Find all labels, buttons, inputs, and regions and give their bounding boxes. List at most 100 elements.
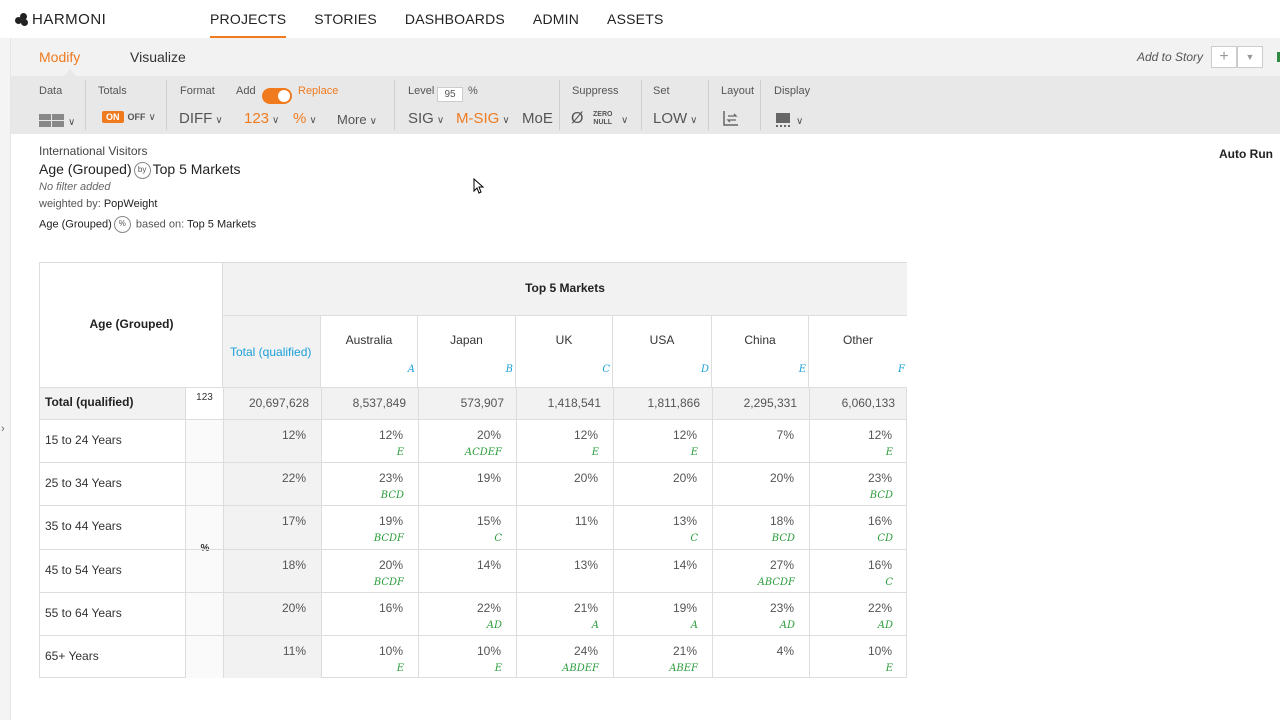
- report-source: International Visitors: [39, 144, 148, 158]
- value-cell[interactable]: 19%: [321, 514, 403, 528]
- value-cell[interactable]: 23%: [321, 471, 403, 485]
- grid-icon: [39, 114, 64, 128]
- value-cell[interactable]: 27%: [712, 558, 794, 572]
- column-variable-name[interactable]: Top 5 Markets: [223, 281, 907, 295]
- value-cell[interactable]: 22%: [809, 601, 892, 615]
- value-cell[interactable]: 18%: [712, 514, 794, 528]
- total-value-cell[interactable]: 8,537,849: [321, 396, 406, 410]
- column-name[interactable]: USA: [613, 333, 711, 347]
- total-value-cell[interactable]: 20,697,628: [223, 396, 309, 410]
- value-cell[interactable]: 21%: [516, 601, 598, 615]
- value-cell[interactable]: 16%: [321, 601, 403, 615]
- row-label[interactable]: 45 to 54 Years: [45, 563, 122, 577]
- value-cell[interactable]: 11%: [223, 644, 306, 658]
- value-cell[interactable]: 10%: [418, 644, 501, 658]
- add-replace-toggle[interactable]: [262, 88, 292, 104]
- total-value-cell[interactable]: 2,295,331: [712, 396, 797, 410]
- column-name[interactable]: UK: [516, 333, 612, 347]
- auto-run-button[interactable]: Auto Run: [1219, 147, 1273, 161]
- table-row: 25 to 34 Years 22% 23% BCD 19% 20% 20% 20% 23% BC…: [40, 462, 906, 505]
- percent-button[interactable]: % ∨: [293, 110, 317, 127]
- value-cell[interactable]: 19%: [418, 471, 501, 485]
- nav-projects[interactable]: PROJECTS: [210, 0, 287, 38]
- value-cell[interactable]: 20%: [516, 471, 598, 485]
- total-column-header: Total (qualified): [223, 316, 321, 387]
- value-cell[interactable]: 20%: [223, 601, 306, 615]
- value-cell[interactable]: 17%: [223, 514, 306, 528]
- expand-panel-icon[interactable]: ›: [1, 423, 5, 435]
- harmoni-logo[interactable]: HARMONI: [15, 11, 106, 28]
- value-cell[interactable]: 7%: [712, 428, 794, 442]
- layout-button[interactable]: [722, 109, 740, 131]
- value-cell[interactable]: 10%: [321, 644, 403, 658]
- row-label[interactable]: 15 to 24 Years: [45, 433, 122, 447]
- value-cell[interactable]: 20%: [418, 428, 501, 442]
- value-cell[interactable]: 15%: [418, 514, 501, 528]
- value-cell[interactable]: 23%: [712, 601, 794, 615]
- set-selector[interactable]: LOW ∨: [653, 110, 698, 127]
- value-cell[interactable]: 13%: [613, 514, 697, 528]
- value-cell[interactable]: 16%: [809, 558, 892, 572]
- add-to-story-dropdown[interactable]: ▼: [1237, 46, 1263, 68]
- row-variable-name[interactable]: Age (Grouped): [40, 317, 223, 331]
- value-cell[interactable]: 19%: [613, 601, 697, 615]
- value-cell[interactable]: 18%: [223, 558, 306, 572]
- value-cell[interactable]: 22%: [223, 471, 306, 485]
- total-value-cell[interactable]: 573,907: [418, 396, 504, 410]
- diff-button[interactable]: DIFF ∨: [179, 110, 223, 127]
- value-cell[interactable]: 12%: [809, 428, 892, 442]
- value-cell[interactable]: 14%: [418, 558, 501, 572]
- value-cell[interactable]: 22%: [418, 601, 501, 615]
- tab-modify[interactable]: Modify: [39, 49, 80, 65]
- column-letter: C: [602, 364, 610, 375]
- column-name[interactable]: Australia: [321, 333, 417, 347]
- row-label[interactable]: 35 to 44 Years: [45, 519, 122, 533]
- value-cell[interactable]: 20%: [712, 471, 794, 485]
- report-title: Age (Grouped) by Top 5 Markets: [39, 161, 241, 179]
- more-button[interactable]: More ∨: [337, 112, 377, 127]
- suppress-selector[interactable]: Ø: [571, 110, 583, 128]
- nav-stories[interactable]: STORIES: [314, 0, 377, 38]
- msig-button[interactable]: M-SIG ∨: [456, 110, 510, 127]
- value-cell[interactable]: 23%: [809, 471, 892, 485]
- value-cell[interactable]: 13%: [516, 558, 598, 572]
- value-cell[interactable]: 12%: [613, 428, 697, 442]
- sig-button[interactable]: SIG ∨: [408, 110, 444, 127]
- value-cell[interactable]: 12%: [223, 428, 306, 442]
- row-label[interactable]: 25 to 34 Years: [45, 476, 122, 490]
- value-cell[interactable]: 4%: [712, 644, 794, 658]
- row-label[interactable]: 55 to 64 Years: [45, 606, 122, 620]
- nav-dashboards[interactable]: DASHBOARDS: [405, 0, 505, 38]
- value-cell[interactable]: 20%: [613, 471, 697, 485]
- value-cell[interactable]: 11%: [516, 514, 598, 528]
- value-cell[interactable]: 10%: [809, 644, 892, 658]
- nav-admin[interactable]: ADMIN: [533, 0, 579, 38]
- column-name[interactable]: Other: [809, 333, 907, 347]
- level-input[interactable]: 95: [437, 87, 463, 102]
- value-cell[interactable]: 12%: [321, 428, 403, 442]
- column-name[interactable]: Japan: [418, 333, 515, 347]
- totals-toggle[interactable]: ON OFF ∨: [102, 111, 156, 123]
- add-to-story-button[interactable]: +: [1211, 46, 1237, 68]
- value-cell[interactable]: 20%: [321, 558, 403, 572]
- moe-button[interactable]: MoE: [522, 110, 553, 127]
- display-selector[interactable]: ∨: [775, 111, 803, 128]
- value-cell[interactable]: 14%: [613, 558, 697, 572]
- total-value-cell[interactable]: 1,811,866: [613, 396, 701, 410]
- row-label[interactable]: 65+ Years: [45, 649, 99, 663]
- column-name[interactable]: China: [712, 333, 808, 347]
- tab-visualize[interactable]: Visualize: [130, 49, 186, 65]
- chevron-down-icon[interactable]: ∨: [618, 110, 628, 127]
- nav-assets[interactable]: ASSETS: [607, 0, 663, 38]
- side-panel-gutter[interactable]: ›: [0, 38, 11, 720]
- value-cell[interactable]: 12%: [516, 428, 598, 442]
- value-cell[interactable]: 16%: [809, 514, 892, 528]
- weighted-value[interactable]: PopWeight: [104, 198, 158, 210]
- value-cell[interactable]: 24%: [516, 644, 598, 658]
- total-column-label[interactable]: Total (qualified): [230, 345, 311, 359]
- data-selector[interactable]: ∨: [39, 112, 75, 129]
- total-value-cell[interactable]: 6,060,133: [809, 396, 895, 410]
- value-cell[interactable]: 21%: [613, 644, 697, 658]
- number-button[interactable]: 123 ∨: [244, 110, 279, 127]
- total-value-cell[interactable]: 1,418,541: [516, 396, 601, 410]
